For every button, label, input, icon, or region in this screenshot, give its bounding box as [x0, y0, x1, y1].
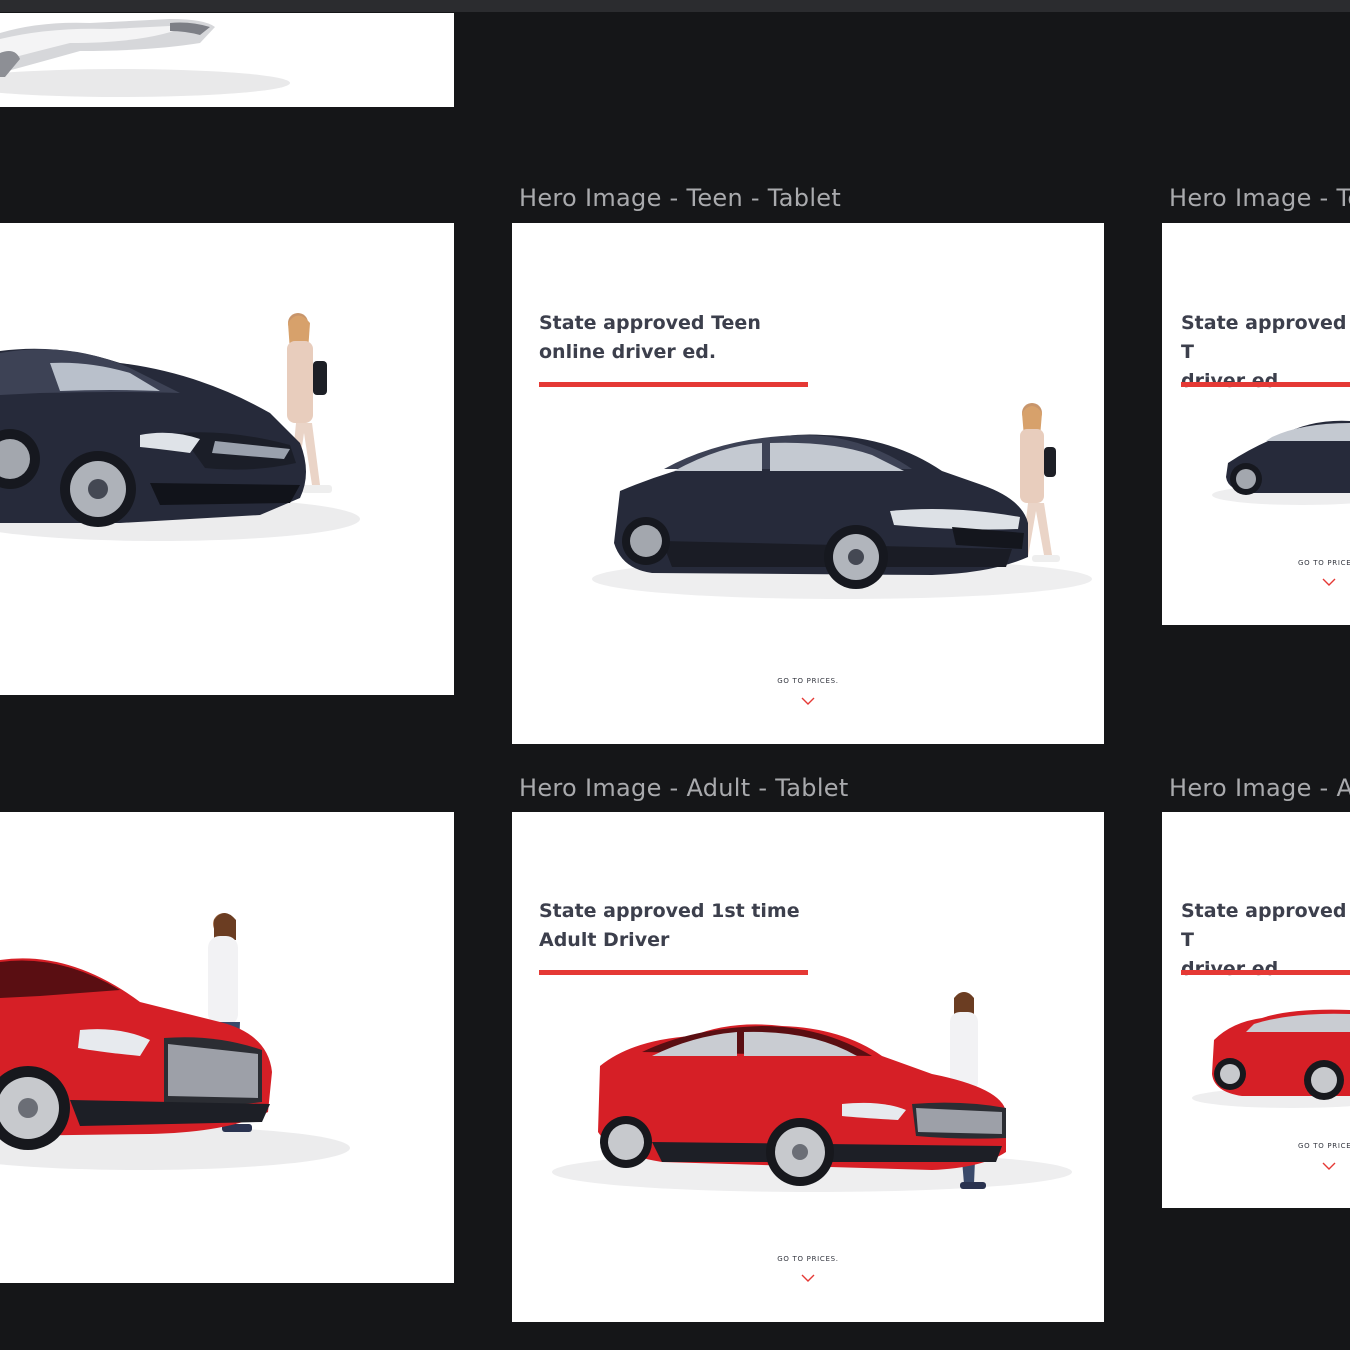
go-to-prices-link[interactable]: GO TO PRICES. — [758, 1255, 858, 1263]
artboard-top-left-partial[interactable] — [0, 13, 454, 107]
go-to-prices-link[interactable]: GO TO PRICES. — [758, 677, 858, 685]
artboard-adult-right-partial[interactable]: State approved T driver ed. GO TO PRICE — [1162, 812, 1350, 1208]
artboard-label-adult-right[interactable]: Hero Image - A — [1169, 774, 1350, 802]
chevron-down-icon[interactable] — [801, 1274, 815, 1282]
chevron-down-icon[interactable] — [1322, 1162, 1336, 1170]
navy-car — [614, 434, 1028, 589]
chevron-down-icon[interactable] — [1322, 578, 1336, 586]
artboard-label-teen-tablet[interactable]: Hero Image - Teen - Tablet — [519, 184, 841, 212]
artboard-label-adult-tablet[interactable]: Hero Image - Adult - Tablet — [519, 774, 849, 802]
chevron-down-icon[interactable] — [801, 697, 815, 705]
red-car-with-adult-image — [0, 913, 350, 1170]
artboard-teen-right-partial[interactable]: State approved T driver ed. GO TO PRICE — [1162, 223, 1350, 625]
navy-car — [0, 348, 306, 527]
go-to-prices-link[interactable]: GO TO PRICE — [1298, 559, 1350, 567]
artboard-adult-tablet[interactable]: State approved 1st time Adult Driver GO … — [512, 812, 1104, 1322]
navy-car-with-teen-image — [592, 403, 1092, 599]
car-image — [0, 19, 290, 97]
navy-car-with-teen-image — [0, 313, 360, 541]
artboard-label-teen-right[interactable]: Hero Image - Te — [1169, 184, 1350, 212]
red-car-with-adult-image — [552, 992, 1072, 1192]
go-to-prices-link[interactable]: GO TO PRICE — [1298, 1142, 1350, 1150]
artboard-teen-left[interactable] — [0, 223, 454, 695]
artboard-teen-tablet[interactable]: State approved Teen online driver ed. GO… — [512, 223, 1104, 744]
artboard-adult-left[interactable] — [0, 812, 454, 1283]
canvas-top-bar — [0, 0, 1350, 12]
